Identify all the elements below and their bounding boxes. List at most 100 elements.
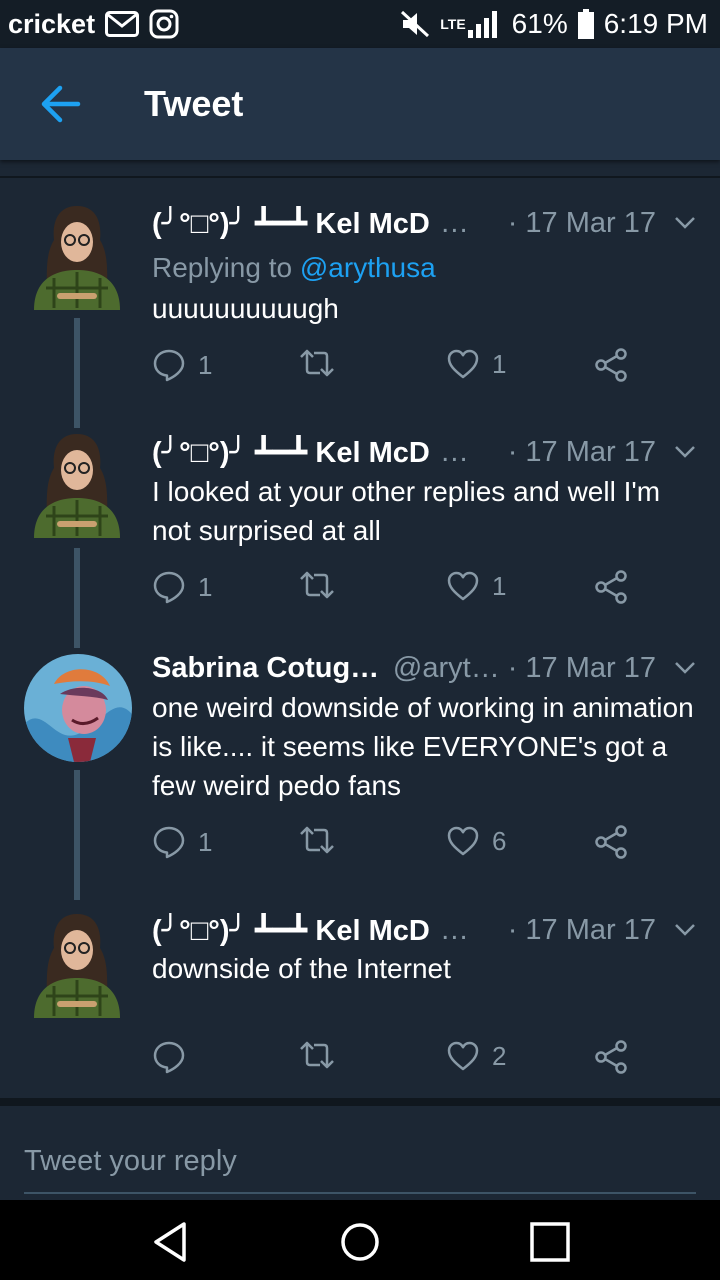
- tweet-date[interactable]: · 17 Mar 17: [500, 436, 656, 469]
- tweet-text: I looked at your other replies and well …: [152, 476, 661, 546]
- share-button[interactable]: [594, 348, 628, 382]
- tweet-header: (╯°□°)╯ ┻━┻ Kel McD … · 17 Mar 17: [152, 910, 696, 950]
- tweet[interactable]: (╯°□°)╯ ┻━┻ Kel McD … · 17 Mar 17 I look…: [0, 428, 720, 638]
- tweet-actions: 1 1: [152, 570, 652, 610]
- retweet-button[interactable]: [298, 570, 336, 600]
- nav-home-icon: [341, 1223, 379, 1261]
- retweet-button[interactable]: [298, 1040, 336, 1070]
- system-nav-bar: [0, 1200, 720, 1280]
- reply-button[interactable]: 1: [152, 570, 212, 604]
- nav-back-icon: [154, 1222, 186, 1262]
- tweet[interactable]: Sabrina Cotugno @aryt… · 17 Mar 17 one w…: [0, 648, 720, 868]
- nav-home-button[interactable]: [338, 1220, 382, 1264]
- tweet-author-name[interactable]: (╯°□°)╯ ┻━┻ Kel McD: [152, 435, 430, 470]
- instagram-icon: [149, 9, 179, 39]
- tweet-author-handle[interactable]: …: [440, 914, 469, 947]
- reply-icon: [153, 1041, 185, 1074]
- tweet-header: (╯°□°)╯ ┻━┻ Kel McD … · 17 Mar 17: [152, 203, 696, 243]
- like-count: 2: [492, 1040, 507, 1071]
- tweet-header: Sabrina Cotugno @aryt… · 17 Mar 17: [152, 648, 696, 688]
- tweet-author-name[interactable]: (╯°□°)╯ ┻━┻ Kel McD: [152, 913, 430, 948]
- retweet-button[interactable]: [298, 825, 336, 855]
- app-header: Tweet: [0, 48, 720, 160]
- tweet[interactable]: (╯°□°)╯ ┻━┻ Kel McD … · 17 Mar 17 Replyi…: [0, 200, 720, 420]
- heart-icon: [447, 826, 479, 856]
- reply-icon: [153, 826, 185, 859]
- reply-button[interactable]: [152, 1040, 198, 1074]
- tweet[interactable]: (╯°□°)╯ ┻━┻ Kel McD … · 17 Mar 17 downsi…: [0, 908, 720, 1088]
- nav-recents-icon: [530, 1222, 570, 1262]
- tweet-author-name[interactable]: (╯°□°)╯ ┻━┻ Kel McD: [152, 206, 430, 241]
- avatar[interactable]: [24, 200, 130, 310]
- tweet-text: one weird downside of working in animati…: [152, 692, 694, 801]
- reply-count: 1: [198, 571, 213, 602]
- back-button[interactable]: [30, 74, 90, 134]
- nav-recents-button[interactable]: [528, 1220, 572, 1264]
- share-icon: [595, 348, 627, 382]
- reply-icon: [153, 349, 185, 382]
- page-title: Tweet: [144, 83, 244, 124]
- like-button[interactable]: 6: [446, 825, 506, 857]
- reply-input[interactable]: [24, 1130, 696, 1194]
- avatar[interactable]: [24, 654, 132, 762]
- reply-button[interactable]: 1: [152, 348, 212, 382]
- battery-percent: 61%: [511, 8, 568, 39]
- like-button[interactable]: 1: [446, 570, 506, 602]
- avatar[interactable]: [24, 428, 130, 538]
- tweet-actions: 1 1: [152, 348, 652, 388]
- like-button[interactable]: 2: [446, 1040, 506, 1072]
- tweet-text: uuuuuuuuuugh: [152, 293, 339, 324]
- reply-count: 1: [198, 349, 213, 380]
- tweet-author-name[interactable]: Sabrina Cotugno: [152, 652, 383, 685]
- share-button[interactable]: [594, 825, 628, 859]
- share-icon: [595, 1040, 627, 1074]
- tweet-author-handle[interactable]: …: [440, 207, 469, 240]
- nav-back-button[interactable]: [148, 1220, 192, 1264]
- share-button[interactable]: [594, 570, 628, 604]
- heart-icon: [447, 571, 479, 601]
- chevron-down-icon[interactable]: [674, 661, 696, 675]
- heart-icon: [447, 1041, 479, 1071]
- like-count: 1: [492, 570, 507, 601]
- chevron-down-icon[interactable]: [674, 445, 696, 459]
- share-button[interactable]: [594, 1040, 628, 1074]
- carrier-label: cricket: [8, 8, 96, 39]
- avatar[interactable]: [24, 908, 130, 1018]
- tweet-author-handle[interactable]: @aryt…: [393, 652, 500, 685]
- reply-composer: [0, 1106, 720, 1200]
- compose-divider: [0, 1098, 720, 1106]
- arrow-left-icon: [41, 85, 81, 123]
- battery-icon: [577, 9, 594, 39]
- share-icon: [595, 825, 627, 859]
- retweet-icon: [300, 1041, 334, 1069]
- replying-to: Replying to @arythusa: [152, 252, 436, 283]
- like-button[interactable]: 1: [446, 348, 506, 380]
- tweet-date[interactable]: · 17 Mar 17: [500, 914, 656, 947]
- reply-icon: [153, 571, 185, 604]
- retweet-icon: [300, 571, 334, 599]
- tweet-author-handle[interactable]: …: [440, 436, 469, 469]
- tweet-actions: 1 6: [152, 825, 652, 865]
- mute-icon: [400, 10, 430, 38]
- reply-count: 1: [198, 826, 213, 857]
- reply-button[interactable]: 1: [152, 825, 212, 859]
- share-icon: [595, 570, 627, 604]
- tweet-actions: 2: [152, 1040, 652, 1080]
- header-divider: [0, 176, 720, 178]
- chevron-down-icon[interactable]: [674, 216, 696, 230]
- retweet-icon: [300, 826, 334, 854]
- retweet-button[interactable]: [298, 348, 336, 378]
- tweet-date[interactable]: · 17 Mar 17: [500, 652, 656, 685]
- heart-icon: [447, 349, 479, 379]
- clock: 6:19 PM: [603, 8, 708, 39]
- tweet-text: downside of the Internet: [152, 953, 451, 984]
- retweet-icon: [300, 349, 334, 377]
- lte-signal-icon: LTE: [440, 10, 501, 38]
- chevron-down-icon[interactable]: [674, 923, 696, 937]
- status-bar: cricket LTE 61% 6:19 PM: [0, 0, 720, 48]
- like-count: 6: [492, 825, 507, 856]
- replying-to-handle[interactable]: @arythusa: [300, 252, 436, 283]
- email-icon: [105, 11, 140, 37]
- tweet-date[interactable]: · 17 Mar 17: [500, 207, 656, 240]
- like-count: 1: [492, 348, 507, 379]
